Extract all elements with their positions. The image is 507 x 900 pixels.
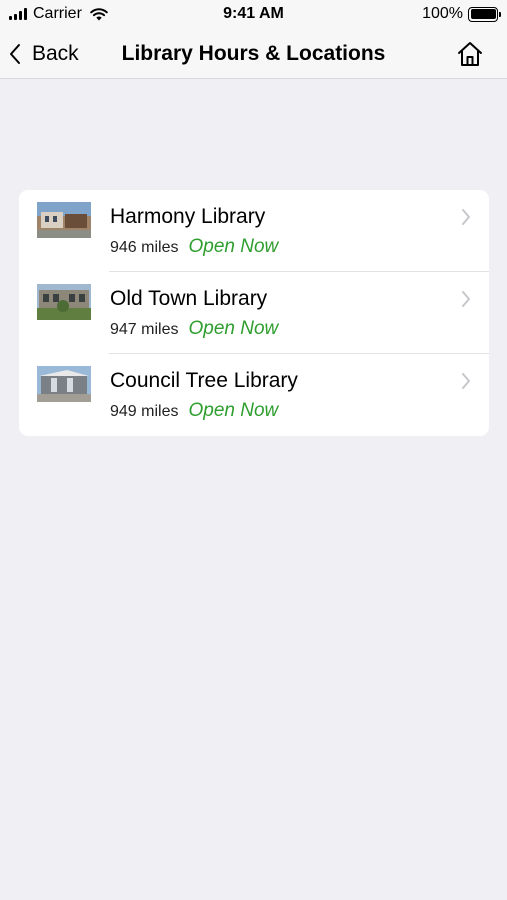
chevron-right-icon [462, 209, 470, 225]
list-item-harmony-library[interactable]: Harmony Library 946 miles Open Now [19, 190, 489, 272]
library-meta: 947 miles Open Now [110, 318, 278, 340]
library-distance: 949 miles [110, 403, 179, 420]
library-meta: 949 miles Open Now [110, 400, 278, 422]
library-list: Harmony Library 946 miles Open Now Old T… [19, 190, 489, 436]
open-status: Open Now [188, 400, 279, 421]
library-meta: 946 miles Open Now [110, 236, 278, 258]
home-icon[interactable] [455, 40, 485, 68]
chevron-right-icon [462, 373, 470, 389]
open-status: Open Now [188, 318, 279, 339]
back-button[interactable]: Back [8, 39, 79, 69]
screen: Carrier 9:41 AM 100% Back Library Hours … [0, 0, 507, 900]
list-item-old-town-library[interactable]: Old Town Library 947 miles Open Now [19, 272, 489, 354]
library-thumbnail-image [37, 202, 91, 238]
library-thumbnail-image [37, 366, 91, 402]
library-thumbnail-image [37, 284, 91, 320]
back-label: Back [32, 42, 79, 65]
status-bar: Carrier 9:41 AM 100% [0, 0, 507, 30]
chevron-right-icon [462, 291, 470, 307]
chevron-left-icon [10, 44, 20, 64]
library-name: Council Tree Library [110, 369, 298, 392]
battery-percentage: 100% [422, 5, 463, 22]
status-right: 100% [422, 5, 501, 23]
library-name: Harmony Library [110, 205, 266, 228]
list-item-council-tree-library[interactable]: Council Tree Library 949 miles Open Now [19, 354, 489, 436]
open-status: Open Now [188, 236, 279, 257]
library-distance: 946 miles [110, 239, 179, 256]
battery-icon [468, 6, 501, 22]
library-distance: 947 miles [110, 321, 179, 338]
library-name: Old Town Library [110, 287, 268, 310]
navigation-bar: Back Library Hours & Locations [0, 30, 507, 79]
